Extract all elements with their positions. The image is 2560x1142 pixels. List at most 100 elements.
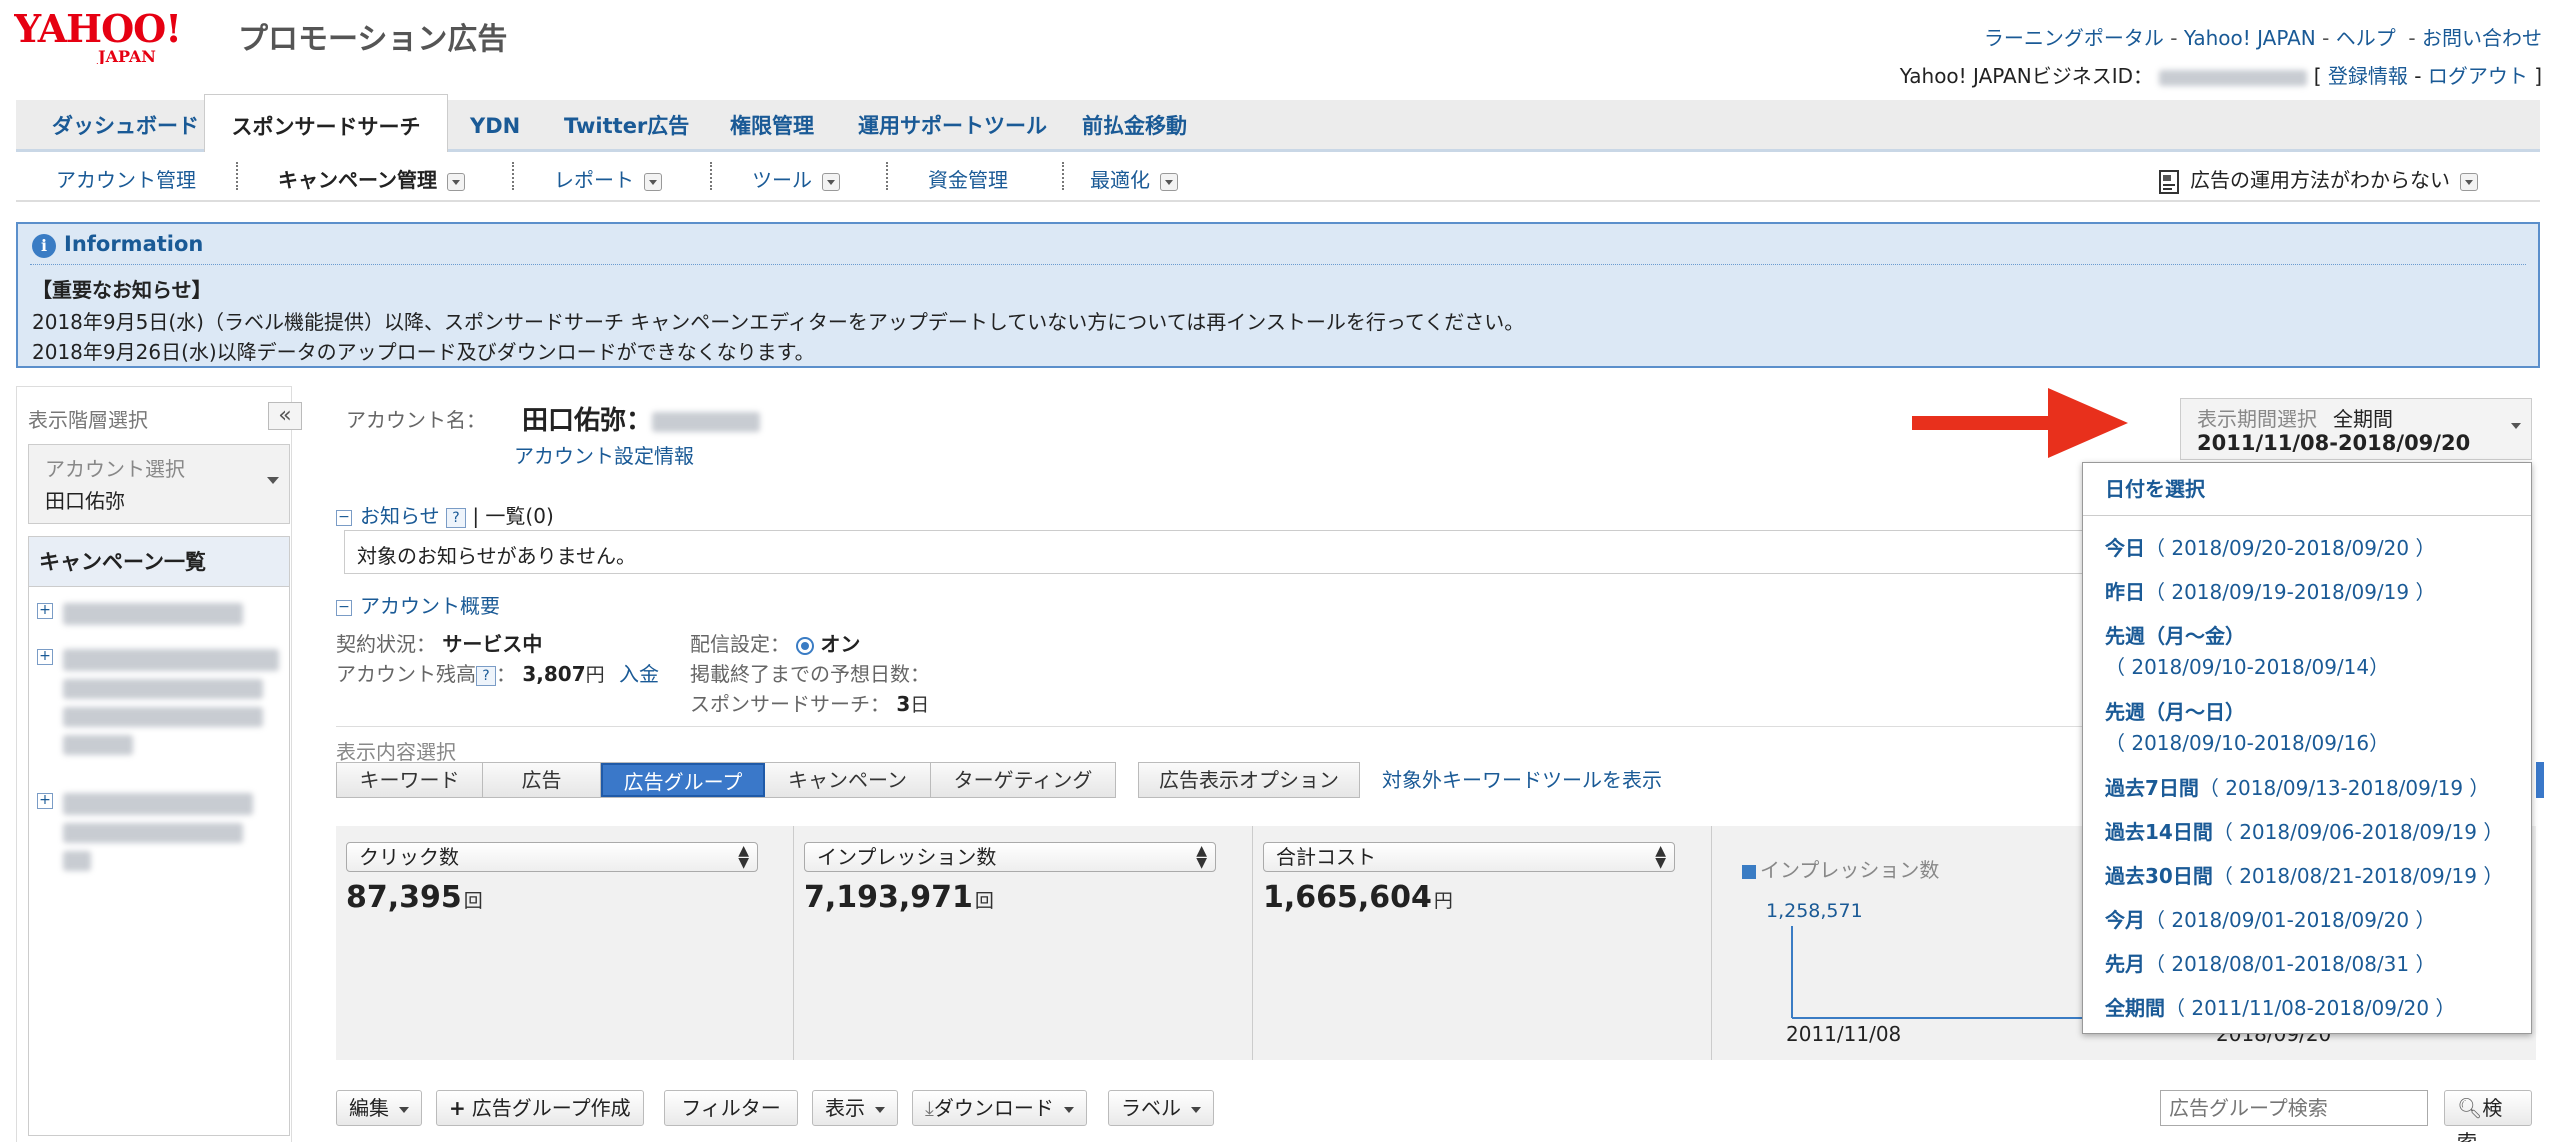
tab-dashboard[interactable]: ダッシュボード: [42, 100, 209, 152]
period-option-this-month[interactable]: 今月（ 2018/09/01-2018/09/20 ）: [2105, 905, 2517, 936]
account-settings-link[interactable]: アカウント設定情報: [514, 440, 694, 469]
option-name: 今日: [2105, 536, 2145, 560]
metric-value: 7,193,971 回: [804, 880, 994, 915]
notice-list-link[interactable]: | 一覧(0): [472, 504, 553, 528]
red-arrow-annotation: [1912, 388, 2128, 458]
ad-group-search-input[interactable]: [2160, 1090, 2428, 1126]
notice-box: 対象のお知らせがありません。: [344, 530, 2084, 574]
important-notice-title: 【重要なお知らせ】: [32, 278, 212, 302]
help-icon[interactable]: ?: [476, 665, 496, 686]
collapse-sidebar-button[interactable]: «: [268, 402, 302, 430]
metric-unit: 回: [974, 890, 994, 912]
option-name: 先週（月〜金）: [2105, 624, 2245, 648]
chevron-down-icon[interactable]: [2460, 172, 2478, 191]
period-option-last-week-weekdays[interactable]: 先週（月〜金） （ 2018/09/10-2018/09/14）: [2105, 621, 2517, 683]
option-name: 今月: [2105, 908, 2145, 932]
tab-keyword[interactable]: キーワード: [337, 763, 483, 797]
tab-support-tools[interactable]: 運用サポートツール: [848, 100, 1057, 152]
subnav-campaign-label: キャンペーン管理: [278, 168, 437, 192]
tab-ad-group[interactable]: 広告グループ: [601, 763, 765, 797]
metric-unit: 円: [1433, 890, 1453, 912]
help-icon[interactable]: ?: [445, 507, 466, 528]
metric-label: クリック数: [359, 845, 459, 869]
help-link[interactable]: ヘルプ: [2336, 26, 2396, 50]
period-option-last-7-days[interactable]: 過去7日間（ 2018/09/13-2018/09/19 ）: [2105, 773, 2517, 804]
campaign-item[interactable]: [63, 649, 279, 671]
period-option-yesterday[interactable]: 昨日（ 2018/09/19-2018/09/19 ）: [2105, 577, 2517, 608]
tab-twitter-ads[interactable]: Twitter広告: [554, 100, 699, 152]
account-name-text: 田口佑弥：: [522, 406, 653, 436]
subnav-campaign-management[interactable]: キャンペーン管理: [278, 164, 465, 193]
subnav-optimize[interactable]: 最適化: [1090, 164, 1178, 193]
period-option-all-time[interactable]: 全期間（ 2011/11/08-2018/09/20 ）: [2105, 993, 2517, 1024]
subnav-report[interactable]: レポート: [554, 164, 662, 193]
information-panel: i Information 【重要なお知らせ】 2018年9月5日(水)（ラベル機…: [16, 222, 2540, 368]
negative-keyword-tool-link[interactable]: 対象外キーワードツールを表示: [1382, 764, 1662, 793]
create-ad-group-button[interactable]: + 広告グループ作成: [436, 1090, 644, 1126]
divider: [2083, 515, 2531, 516]
yahoo-japan-logo[interactable]: YAHOO! JAPAN: [13, 6, 234, 66]
information-header: i Information: [32, 232, 203, 258]
label-button[interactable]: ラベル: [1108, 1090, 1214, 1126]
edit-label: 編集: [349, 1096, 389, 1120]
view-button[interactable]: 表示: [812, 1090, 898, 1126]
collapse-icon[interactable]: −: [336, 509, 352, 526]
create-label: 広告グループ作成: [471, 1096, 631, 1120]
notice-section-header[interactable]: − お知らせ ? | 一覧(0): [336, 500, 554, 529]
learning-portal-link[interactable]: ラーニングポータル: [1984, 26, 2164, 50]
select-date-option[interactable]: 日付を選択: [2105, 473, 2205, 502]
deposit-link[interactable]: 入金: [619, 662, 659, 686]
subnav-funds[interactable]: 資金管理: [928, 164, 1008, 193]
expand-icon[interactable]: +: [37, 793, 53, 809]
edit-button[interactable]: 編集: [336, 1090, 422, 1126]
collapse-icon[interactable]: −: [336, 599, 352, 616]
campaign-item[interactable]: [63, 793, 253, 815]
period-option-today[interactable]: 今日（ 2018/09/20-2018/09/20 ）: [2105, 533, 2517, 564]
sort-arrows-icon: ▲ ▼: [738, 843, 749, 871]
period-option-last-14-days[interactable]: 過去14日間（ 2018/09/06-2018/09/19 ）: [2105, 817, 2517, 848]
contact-link[interactable]: お問い合わせ: [2422, 26, 2542, 50]
tab-targeting[interactable]: ターゲティング: [931, 763, 1115, 797]
chevron-down-icon[interactable]: [1160, 172, 1178, 191]
balance-unit: 円: [585, 664, 605, 686]
display-select-label: 表示内容選択: [336, 740, 456, 764]
help-howto[interactable]: 広告の運用方法がわからない: [2158, 164, 2478, 195]
search-button[interactable]: 🔍︎検索: [2444, 1090, 2532, 1142]
period-selector[interactable]: 表示期間選択 全期間 2011/11/08-2018/09/20: [2180, 398, 2532, 460]
chevron-down-icon[interactable]: [822, 172, 840, 191]
period-option-last-month[interactable]: 先月（ 2018/08/01-2018/08/31 ）: [2105, 949, 2517, 980]
ad-extension-button[interactable]: 広告表示オプション: [1138, 762, 1360, 798]
account-select[interactable]: アカウント選択 田口佑弥: [28, 444, 290, 524]
metric-select[interactable]: 合計コスト ▲ ▼: [1263, 842, 1675, 872]
tab-campaign[interactable]: キャンペーン: [765, 763, 931, 797]
radio-on-icon[interactable]: [796, 636, 815, 655]
tab-sponsored-search[interactable]: スポンサードサーチ: [204, 94, 448, 155]
tab-ads[interactable]: 広告: [483, 763, 601, 797]
subnav-tools[interactable]: ツール: [752, 164, 840, 193]
metric-select[interactable]: インプレッション数 ▲ ▼: [804, 842, 1216, 872]
chevron-down-icon[interactable]: [447, 172, 465, 191]
chevron-down-icon[interactable]: [644, 172, 662, 191]
metric-select[interactable]: クリック数 ▲ ▼: [346, 842, 758, 872]
download-icon: ⤓: [925, 1096, 934, 1120]
chevron-down-icon: [2511, 423, 2521, 429]
expand-icon[interactable]: +: [37, 649, 53, 665]
metric-cost: 合計コスト ▲ ▼ 1,665,604 円: [1253, 826, 1712, 1060]
tab-ydn[interactable]: YDN: [460, 100, 530, 152]
account-info-link[interactable]: 登録情報: [2328, 64, 2408, 88]
metric-number: 7,193,971: [804, 880, 973, 915]
tab-permissions[interactable]: 権限管理: [720, 100, 824, 152]
subnav-report-label: レポート: [554, 168, 634, 192]
tab-prepayment[interactable]: 前払金移動: [1072, 100, 1197, 152]
yahoo-japan-link[interactable]: Yahoo! JAPAN: [2184, 26, 2316, 50]
subnav-account-management[interactable]: アカウント管理: [56, 164, 196, 193]
period-option-last-week[interactable]: 先週（月〜日） （ 2018/09/10-2018/09/16）: [2105, 697, 2517, 759]
campaign-item[interactable]: [63, 603, 243, 625]
download-button[interactable]: ⤓ダウンロード: [912, 1090, 1087, 1126]
filter-button[interactable]: フィルター: [664, 1090, 798, 1126]
logout-link[interactable]: ログアウト: [2428, 64, 2528, 88]
separator: [512, 162, 514, 190]
expand-icon[interactable]: +: [37, 603, 53, 619]
period-option-last-30-days[interactable]: 過去30日間（ 2018/08/21-2018/09/19 ）: [2105, 861, 2517, 892]
account-summary-header[interactable]: − アカウント概要: [336, 590, 500, 619]
